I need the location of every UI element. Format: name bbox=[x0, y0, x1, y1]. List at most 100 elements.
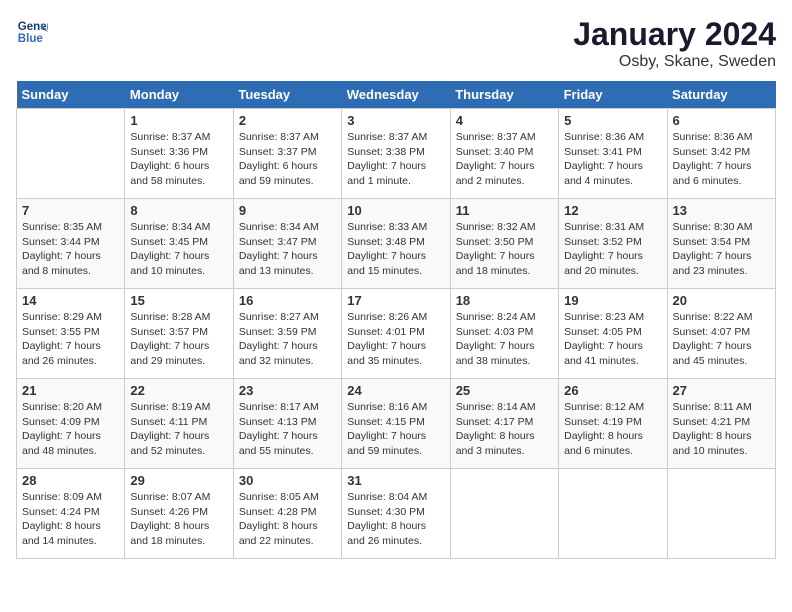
calendar-day: 9 Sunrise: 8:34 AMSunset: 3:47 PMDayligh… bbox=[233, 199, 341, 289]
calendar-day: 12 Sunrise: 8:31 AMSunset: 3:52 PMDaylig… bbox=[559, 199, 667, 289]
day-number: 2 bbox=[239, 113, 336, 128]
calendar-day: 2 Sunrise: 8:37 AMSunset: 3:37 PMDayligh… bbox=[233, 109, 341, 199]
calendar-day: 6 Sunrise: 8:36 AMSunset: 3:42 PMDayligh… bbox=[667, 109, 775, 199]
day-detail: Sunrise: 8:30 AMSunset: 3:54 PMDaylight:… bbox=[673, 220, 770, 279]
day-number: 29 bbox=[130, 473, 227, 488]
header-monday: Monday bbox=[125, 81, 233, 109]
header-thursday: Thursday bbox=[450, 81, 558, 109]
page-header: General Blue January 2024 Osby, Skane, S… bbox=[16, 16, 776, 71]
day-number: 14 bbox=[22, 293, 119, 308]
day-detail: Sunrise: 8:07 AMSunset: 4:26 PMDaylight:… bbox=[130, 490, 227, 549]
day-number: 18 bbox=[456, 293, 553, 308]
day-detail: Sunrise: 8:37 AMSunset: 3:37 PMDaylight:… bbox=[239, 130, 336, 189]
calendar-day: 30 Sunrise: 8:05 AMSunset: 4:28 PMDaylig… bbox=[233, 469, 341, 559]
day-number: 27 bbox=[673, 383, 770, 398]
day-detail: Sunrise: 8:34 AMSunset: 3:47 PMDaylight:… bbox=[239, 220, 336, 279]
calendar-day bbox=[450, 469, 558, 559]
day-detail: Sunrise: 8:36 AMSunset: 3:41 PMDaylight:… bbox=[564, 130, 661, 189]
calendar-day: 14 Sunrise: 8:29 AMSunset: 3:55 PMDaylig… bbox=[17, 289, 125, 379]
calendar-day: 22 Sunrise: 8:19 AMSunset: 4:11 PMDaylig… bbox=[125, 379, 233, 469]
calendar-day: 25 Sunrise: 8:14 AMSunset: 4:17 PMDaylig… bbox=[450, 379, 558, 469]
day-number: 11 bbox=[456, 203, 553, 218]
day-number: 28 bbox=[22, 473, 119, 488]
day-number: 16 bbox=[239, 293, 336, 308]
day-detail: Sunrise: 8:33 AMSunset: 3:48 PMDaylight:… bbox=[347, 220, 444, 279]
calendar-day bbox=[559, 469, 667, 559]
header-friday: Friday bbox=[559, 81, 667, 109]
logo-icon: General Blue bbox=[16, 16, 48, 48]
calendar-day: 1 Sunrise: 8:37 AMSunset: 3:36 PMDayligh… bbox=[125, 109, 233, 199]
day-number: 12 bbox=[564, 203, 661, 218]
day-detail: Sunrise: 8:37 AMSunset: 3:38 PMDaylight:… bbox=[347, 130, 444, 189]
day-detail: Sunrise: 8:19 AMSunset: 4:11 PMDaylight:… bbox=[130, 400, 227, 459]
day-number: 26 bbox=[564, 383, 661, 398]
day-detail: Sunrise: 8:29 AMSunset: 3:55 PMDaylight:… bbox=[22, 310, 119, 369]
calendar-day: 26 Sunrise: 8:12 AMSunset: 4:19 PMDaylig… bbox=[559, 379, 667, 469]
day-detail: Sunrise: 8:09 AMSunset: 4:24 PMDaylight:… bbox=[22, 490, 119, 549]
calendar-day: 19 Sunrise: 8:23 AMSunset: 4:05 PMDaylig… bbox=[559, 289, 667, 379]
day-number: 6 bbox=[673, 113, 770, 128]
day-number: 15 bbox=[130, 293, 227, 308]
calendar-day: 16 Sunrise: 8:27 AMSunset: 3:59 PMDaylig… bbox=[233, 289, 341, 379]
calendar-day: 8 Sunrise: 8:34 AMSunset: 3:45 PMDayligh… bbox=[125, 199, 233, 289]
day-number: 10 bbox=[347, 203, 444, 218]
calendar-day: 7 Sunrise: 8:35 AMSunset: 3:44 PMDayligh… bbox=[17, 199, 125, 289]
calendar-day: 21 Sunrise: 8:20 AMSunset: 4:09 PMDaylig… bbox=[17, 379, 125, 469]
day-number: 5 bbox=[564, 113, 661, 128]
day-detail: Sunrise: 8:11 AMSunset: 4:21 PMDaylight:… bbox=[673, 400, 770, 459]
day-number: 30 bbox=[239, 473, 336, 488]
day-number: 8 bbox=[130, 203, 227, 218]
header-sunday: Sunday bbox=[17, 81, 125, 109]
day-detail: Sunrise: 8:17 AMSunset: 4:13 PMDaylight:… bbox=[239, 400, 336, 459]
day-detail: Sunrise: 8:14 AMSunset: 4:17 PMDaylight:… bbox=[456, 400, 553, 459]
calendar-day: 18 Sunrise: 8:24 AMSunset: 4:03 PMDaylig… bbox=[450, 289, 558, 379]
calendar-subtitle: Osby, Skane, Sweden bbox=[573, 53, 776, 71]
calendar-day: 4 Sunrise: 8:37 AMSunset: 3:40 PMDayligh… bbox=[450, 109, 558, 199]
calendar-day: 3 Sunrise: 8:37 AMSunset: 3:38 PMDayligh… bbox=[342, 109, 450, 199]
day-number: 4 bbox=[456, 113, 553, 128]
day-number: 19 bbox=[564, 293, 661, 308]
title-block: January 2024 Osby, Skane, Sweden bbox=[573, 16, 776, 71]
calendar-day: 17 Sunrise: 8:26 AMSunset: 4:01 PMDaylig… bbox=[342, 289, 450, 379]
calendar-day: 20 Sunrise: 8:22 AMSunset: 4:07 PMDaylig… bbox=[667, 289, 775, 379]
calendar-day: 13 Sunrise: 8:30 AMSunset: 3:54 PMDaylig… bbox=[667, 199, 775, 289]
calendar-day: 5 Sunrise: 8:36 AMSunset: 3:41 PMDayligh… bbox=[559, 109, 667, 199]
day-number: 1 bbox=[130, 113, 227, 128]
calendar-day: 11 Sunrise: 8:32 AMSunset: 3:50 PMDaylig… bbox=[450, 199, 558, 289]
day-detail: Sunrise: 8:12 AMSunset: 4:19 PMDaylight:… bbox=[564, 400, 661, 459]
logo: General Blue bbox=[16, 16, 48, 48]
calendar-week-4: 21 Sunrise: 8:20 AMSunset: 4:09 PMDaylig… bbox=[17, 379, 776, 469]
day-number: 20 bbox=[673, 293, 770, 308]
calendar-header: Sunday Monday Tuesday Wednesday Thursday… bbox=[17, 81, 776, 109]
day-detail: Sunrise: 8:34 AMSunset: 3:45 PMDaylight:… bbox=[130, 220, 227, 279]
day-detail: Sunrise: 8:32 AMSunset: 3:50 PMDaylight:… bbox=[456, 220, 553, 279]
day-number: 24 bbox=[347, 383, 444, 398]
day-detail: Sunrise: 8:27 AMSunset: 3:59 PMDaylight:… bbox=[239, 310, 336, 369]
day-detail: Sunrise: 8:22 AMSunset: 4:07 PMDaylight:… bbox=[673, 310, 770, 369]
day-number: 25 bbox=[456, 383, 553, 398]
day-detail: Sunrise: 8:36 AMSunset: 3:42 PMDaylight:… bbox=[673, 130, 770, 189]
day-number: 31 bbox=[347, 473, 444, 488]
day-number: 22 bbox=[130, 383, 227, 398]
calendar-day: 29 Sunrise: 8:07 AMSunset: 4:26 PMDaylig… bbox=[125, 469, 233, 559]
calendar-day: 10 Sunrise: 8:33 AMSunset: 3:48 PMDaylig… bbox=[342, 199, 450, 289]
header-row: Sunday Monday Tuesday Wednesday Thursday… bbox=[17, 81, 776, 109]
calendar-table: Sunday Monday Tuesday Wednesday Thursday… bbox=[16, 81, 776, 559]
day-number: 9 bbox=[239, 203, 336, 218]
header-wednesday: Wednesday bbox=[342, 81, 450, 109]
day-detail: Sunrise: 8:23 AMSunset: 4:05 PMDaylight:… bbox=[564, 310, 661, 369]
day-detail: Sunrise: 8:16 AMSunset: 4:15 PMDaylight:… bbox=[347, 400, 444, 459]
day-number: 13 bbox=[673, 203, 770, 218]
day-number: 3 bbox=[347, 113, 444, 128]
calendar-day: 31 Sunrise: 8:04 AMSunset: 4:30 PMDaylig… bbox=[342, 469, 450, 559]
calendar-day: 23 Sunrise: 8:17 AMSunset: 4:13 PMDaylig… bbox=[233, 379, 341, 469]
day-number: 21 bbox=[22, 383, 119, 398]
header-tuesday: Tuesday bbox=[233, 81, 341, 109]
header-saturday: Saturday bbox=[667, 81, 775, 109]
day-detail: Sunrise: 8:24 AMSunset: 4:03 PMDaylight:… bbox=[456, 310, 553, 369]
calendar-day: 15 Sunrise: 8:28 AMSunset: 3:57 PMDaylig… bbox=[125, 289, 233, 379]
calendar-day bbox=[17, 109, 125, 199]
day-detail: Sunrise: 8:26 AMSunset: 4:01 PMDaylight:… bbox=[347, 310, 444, 369]
day-detail: Sunrise: 8:35 AMSunset: 3:44 PMDaylight:… bbox=[22, 220, 119, 279]
day-detail: Sunrise: 8:37 AMSunset: 3:36 PMDaylight:… bbox=[130, 130, 227, 189]
